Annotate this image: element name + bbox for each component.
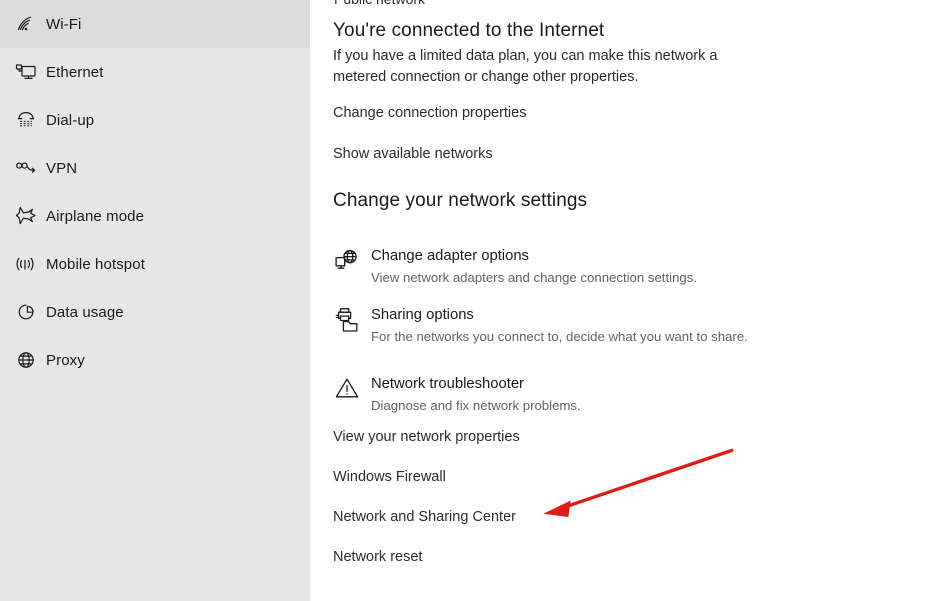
wifi-icon bbox=[6, 9, 46, 39]
view-network-properties-link[interactable]: View your network properties bbox=[333, 429, 520, 445]
sidebar-item-label: Wi-Fi bbox=[46, 15, 82, 33]
pie-chart-icon bbox=[6, 297, 46, 327]
airplane-icon bbox=[6, 201, 46, 231]
setting-title: Sharing options bbox=[371, 307, 474, 323]
vpn-icon bbox=[6, 153, 46, 183]
warning-triangle-icon bbox=[333, 374, 371, 411]
setting-network-troubleshooter[interactable]: Network troubleshooter Diagnose and fix … bbox=[333, 374, 893, 415]
sidebar-item-dialup[interactable]: Dial-up bbox=[0, 96, 310, 144]
sidebar-item-wifi[interactable]: Wi-Fi bbox=[0, 0, 310, 48]
sidebar-item-label: Data usage bbox=[46, 303, 124, 321]
network-reset-link[interactable]: Network reset bbox=[333, 549, 422, 565]
settings-window: Wi-Fi Ethernet Dial-up VPN Airplane mode… bbox=[0, 0, 926, 601]
globe-icon bbox=[6, 345, 46, 375]
setting-change-adapter-options[interactable]: Change adapter options View network adap… bbox=[333, 246, 893, 287]
sidebar-item-label: Mobile hotspot bbox=[46, 255, 145, 273]
sidebar-item-label: Airplane mode bbox=[46, 207, 145, 225]
network-and-sharing-center-link[interactable]: Network and Sharing Center bbox=[333, 509, 516, 525]
setting-subtitle: For the networks you connect to, decide … bbox=[371, 329, 748, 344]
sidebar-item-mobile-hotspot[interactable]: Mobile hotspot bbox=[0, 240, 310, 288]
ethernet-icon bbox=[6, 57, 46, 87]
change-connection-properties-link[interactable]: Change connection properties bbox=[333, 105, 526, 121]
sidebar-item-label: VPN bbox=[46, 159, 78, 177]
setting-subtitle: Diagnose and fix network problems. bbox=[371, 398, 581, 413]
sidebar-item-vpn[interactable]: VPN bbox=[0, 144, 310, 192]
sidebar-nav-list: Wi-Fi Ethernet Dial-up VPN Airplane mode… bbox=[0, 0, 310, 384]
show-available-networks-link[interactable]: Show available networks bbox=[333, 146, 493, 162]
setting-text: Network troubleshooter Diagnose and fix … bbox=[371, 374, 581, 415]
sidebar-item-data-usage[interactable]: Data usage bbox=[0, 288, 310, 336]
network-adapter-icon bbox=[333, 246, 371, 283]
connection-status-description: If you have a limited data plan, you can… bbox=[333, 48, 718, 85]
change-network-settings-heading: Change your network settings bbox=[333, 190, 588, 211]
sidebar-item-label: Proxy bbox=[46, 351, 85, 369]
setting-sharing-options[interactable]: Sharing options For the networks you con… bbox=[333, 305, 893, 346]
windows-firewall-link[interactable]: Windows Firewall bbox=[333, 469, 446, 485]
network-status-pane: Public network You're connected to the I… bbox=[310, 0, 926, 601]
sidebar-item-ethernet[interactable]: Ethernet bbox=[0, 48, 310, 96]
sharing-options-icon bbox=[333, 305, 371, 342]
setting-subtitle: View network adapters and change connect… bbox=[371, 270, 697, 285]
connection-status-title: You're connected to the Internet bbox=[333, 20, 605, 41]
dialup-icon bbox=[6, 105, 46, 135]
setting-title: Network troubleshooter bbox=[371, 376, 524, 392]
sidebar-item-airplane-mode[interactable]: Airplane mode bbox=[0, 192, 310, 240]
setting-text: Change adapter options View network adap… bbox=[371, 246, 697, 287]
sidebar-item-label: Ethernet bbox=[46, 63, 104, 81]
hotspot-icon bbox=[6, 249, 46, 279]
network-type-label: Public network bbox=[334, 0, 425, 7]
sidebar-item-proxy[interactable]: Proxy bbox=[0, 336, 310, 384]
setting-title: Change adapter options bbox=[371, 248, 529, 264]
sidebar-item-label: Dial-up bbox=[46, 111, 95, 129]
network-settings-sidebar: Wi-Fi Ethernet Dial-up VPN Airplane mode… bbox=[0, 0, 310, 601]
setting-text: Sharing options For the networks you con… bbox=[371, 305, 748, 346]
